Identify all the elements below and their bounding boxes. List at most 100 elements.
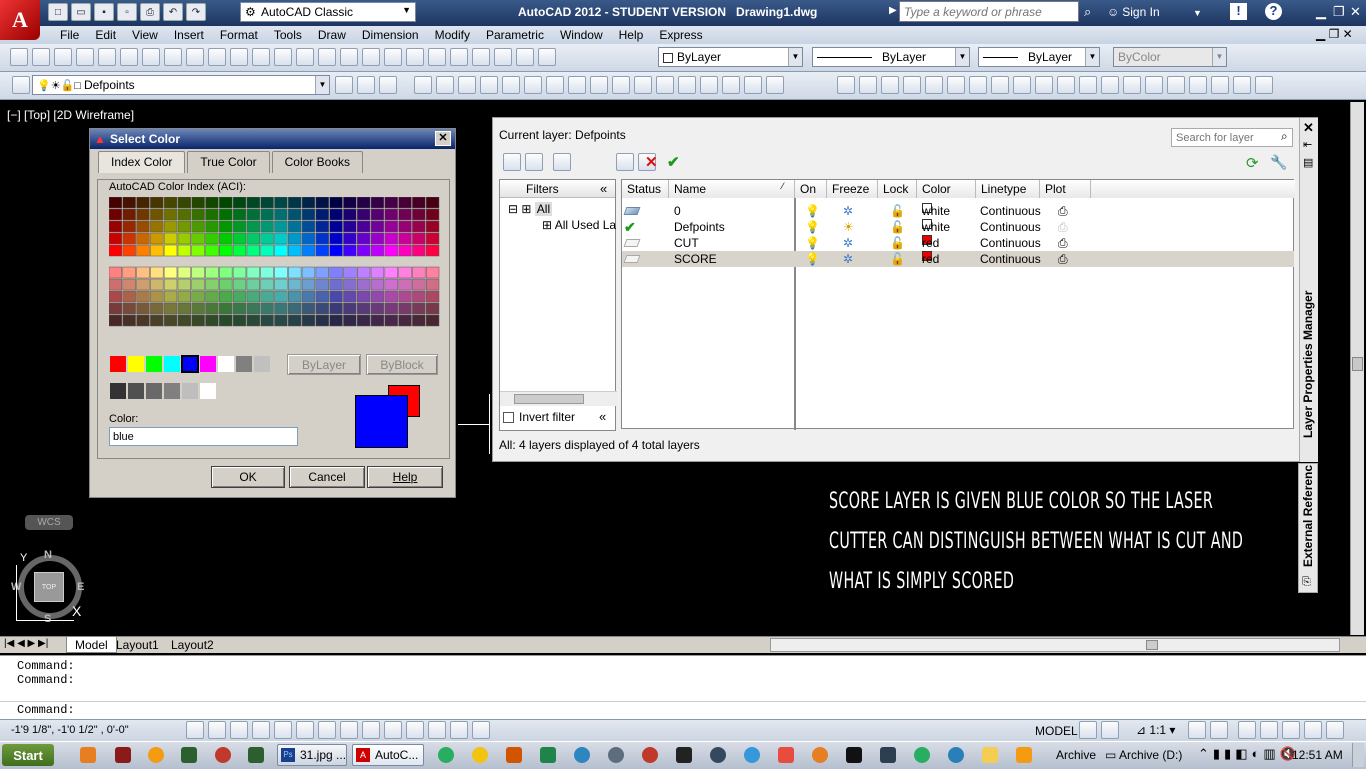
archive-drive[interactable]: ▭ Archive (D:) [1105,748,1182,762]
new-icon[interactable] [10,48,28,66]
explode-icon[interactable] [766,76,784,94]
show-desktop-button[interactable] [1352,743,1364,767]
col-name[interactable]: Name [669,180,795,198]
match-properties-icon[interactable] [230,48,248,66]
tab-model[interactable]: Model [66,637,117,653]
menu-format[interactable]: Format [212,28,266,42]
grid-display-icon[interactable] [230,721,248,739]
vertical-scrollbar[interactable] [1350,102,1364,635]
viewcube-top-face[interactable]: TOP [34,572,64,602]
app-icon[interactable] [574,747,590,763]
quick-properties-icon[interactable] [450,721,468,739]
collapse-icon[interactable]: « [599,409,606,424]
invert-filter-checkbox[interactable]: Invert filter [503,410,575,424]
taskbar-autocad[interactable]: A AutoC... [352,744,424,766]
exchange-icon[interactable]: ! [1230,3,1247,20]
system-tray-icons[interactable]: ⌃▮▮◧◐▥🔇 [1198,746,1300,762]
close-icon[interactable]: ✕ [1303,120,1314,136]
start-button[interactable]: Start [2,744,54,766]
ellipse-icon[interactable] [1035,76,1053,94]
col-plot[interactable]: Plot [1040,180,1091,198]
col-color[interactable]: Color [917,180,976,198]
app-icon[interactable] [540,747,556,763]
isolate-objects-icon[interactable] [1304,721,1322,739]
lightbulb-on-icon[interactable]: 💡 [805,219,820,235]
line-icon[interactable] [837,76,855,94]
pan-icon[interactable] [318,48,336,66]
printer-disabled-icon[interactable]: ⎙ [1058,219,1068,235]
ie-icon[interactable] [948,747,964,763]
tab-color-books[interactable]: Color Books [271,151,363,173]
snap-mode-icon[interactable] [208,721,226,739]
media-player-icon[interactable] [80,747,96,763]
printer-icon[interactable]: ⎙ [1058,203,1068,219]
polyline-icon[interactable] [881,76,899,94]
quick-view-layouts-icon[interactable] [1079,721,1097,739]
menu-dimension[interactable]: Dimension [354,28,427,42]
ellipse-arc-icon[interactable] [1057,76,1075,94]
lock-ui-icon[interactable] [1260,721,1278,739]
bylayer-button[interactable]: ByLayer [287,354,361,375]
ok-button[interactable]: OK [211,466,285,488]
redo-icon[interactable] [296,48,314,66]
cancel-button[interactable]: Cancel [289,466,365,488]
app-icon[interactable] [472,747,488,763]
layer-row-1[interactable]: ✔ Defpoints 💡 ☀ 🔓 white Continuous ⎙ [622,219,1294,235]
clean-screen-icon[interactable] [1326,721,1344,739]
col-freeze[interactable]: Freeze [827,180,878,198]
tab-nav-icons[interactable]: |◀ ◀ ▶ ▶| [4,638,48,649]
unlocked-icon[interactable]: 🔓 [890,203,905,219]
close-icon[interactable]: ✕ [435,131,451,146]
offset-icon[interactable] [480,76,498,94]
add-selected-icon[interactable] [1255,76,1273,94]
menu-draw[interactable]: Draw [310,28,354,42]
make-block-icon[interactable] [1101,76,1119,94]
transparency-icon[interactable] [428,721,446,739]
wcs-menu[interactable]: WCS [25,515,73,530]
app-icon[interactable] [248,747,264,763]
zoom-window-icon[interactable] [362,48,380,66]
fillet-icon[interactable] [722,76,740,94]
new-icon[interactable]: □ [48,3,68,21]
sign-in-button[interactable]: ☺ Sign In ▼ [1107,5,1202,19]
new-group-filter-icon[interactable] [525,153,543,171]
settings-icon[interactable]: 🔧 [1270,154,1287,171]
restore-icon[interactable]: ❐ [1333,4,1345,20]
col-linetype[interactable]: Linetype [976,180,1040,198]
join-icon[interactable] [678,76,696,94]
rotate-icon[interactable] [546,76,564,94]
infer-constraints-icon[interactable] [186,721,204,739]
open-icon[interactable] [32,48,50,66]
app-icon[interactable] [181,747,197,763]
compass-east[interactable]: E [77,581,84,593]
allow-ucs-icon[interactable] [362,721,380,739]
rectangle-icon[interactable] [925,76,943,94]
col-lock[interactable]: Lock [878,180,917,198]
point-icon[interactable] [1123,76,1141,94]
extend-icon[interactable] [634,76,652,94]
lightbulb-on-icon[interactable]: 💡 [805,235,820,251]
thawed-icon[interactable]: ✲ [843,251,853,267]
thawed-icon[interactable]: ✲ [843,203,853,219]
3d-osnap-icon[interactable] [318,721,336,739]
erase-icon[interactable] [414,76,432,94]
undo-icon[interactable] [274,48,292,66]
tab-layout1[interactable]: Layout1 [116,638,159,652]
arc-icon[interactable] [947,76,965,94]
multiline-text-icon[interactable] [1233,76,1251,94]
menu-help[interactable]: Help [611,28,652,42]
app-icon[interactable] [215,747,231,763]
menu-file[interactable]: File [52,28,87,42]
binoculars-icon[interactable]: ⌕ [1084,4,1091,20]
thawed-icon[interactable]: ✲ [843,235,853,251]
doc-window-controls[interactable]: ▁ ❐ ✕ [1316,27,1353,41]
tab-index-color[interactable]: Index Color [98,151,186,173]
app-icon[interactable] [812,747,828,763]
object-snap-tracking-icon[interactable] [340,721,358,739]
app-icon[interactable] [880,747,896,763]
construction-line-icon[interactable] [859,76,877,94]
model-space-toggle[interactable]: MODEL [1035,724,1078,738]
auto-scale-icon[interactable] [1210,721,1228,739]
external-references-tab[interactable]: External Referenc ⎘ [1298,463,1318,593]
trim-icon[interactable] [612,76,630,94]
